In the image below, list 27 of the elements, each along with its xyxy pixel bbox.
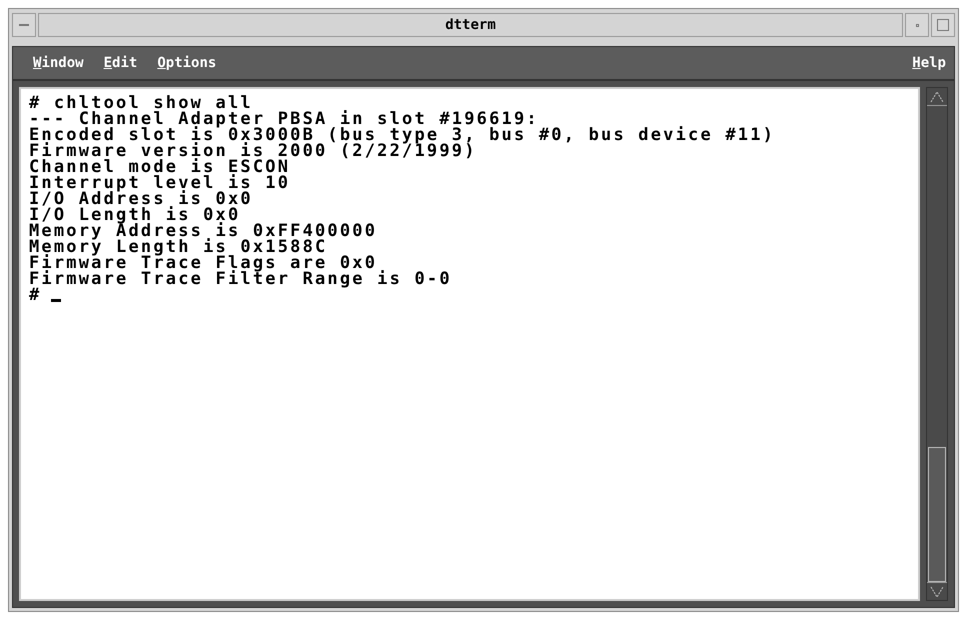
scrollbar-thumb[interactable] (928, 447, 946, 582)
help-menu[interactable]: Help (912, 52, 946, 74)
terminal-line: Firmware Trace Filter Range is 0-0 (29, 271, 453, 287)
terminal-line: Interrupt level is 10 (29, 175, 292, 191)
terminal-line: Memory Length is 0x1588C (29, 239, 328, 255)
maximize-icon (937, 19, 949, 31)
minimize-icon (916, 24, 918, 26)
terminal-line: Channel mode is ESCON (29, 159, 292, 175)
text-cursor (51, 299, 62, 302)
terminal-line: Firmware Trace Flags are 0x0 (29, 255, 378, 271)
menu-item[interactable]: Options (157, 52, 216, 74)
menu-item[interactable]: Edit (104, 52, 138, 74)
terminal-line: # chltool show all (29, 95, 253, 111)
terminal-line: I/O Length is 0x0 (29, 207, 242, 223)
window-title: dtterm (38, 13, 903, 37)
minus-icon (19, 24, 29, 26)
window-menu-button[interactable] (12, 13, 36, 37)
maximize-button[interactable] (931, 13, 955, 37)
terminal-line: Firmware version is 2000 (2/22/1999) (29, 143, 478, 159)
terminal-line: I/O Address is 0x0 (29, 191, 254, 207)
terminal-line: Memory Address is 0xFF400000 (29, 223, 378, 239)
menu-item[interactable]: Window (33, 52, 84, 74)
prompt: # (29, 287, 42, 303)
scroll-down-arrow-icon[interactable] (927, 582, 947, 600)
terminal-line: Encoded slot is 0x3000B (bus type 3, bus #0, bus device #11) (29, 127, 776, 143)
terminal-line: --- Channel Adapter PBSA in slot #196619: (29, 111, 539, 127)
scrollbar[interactable] (926, 87, 948, 601)
